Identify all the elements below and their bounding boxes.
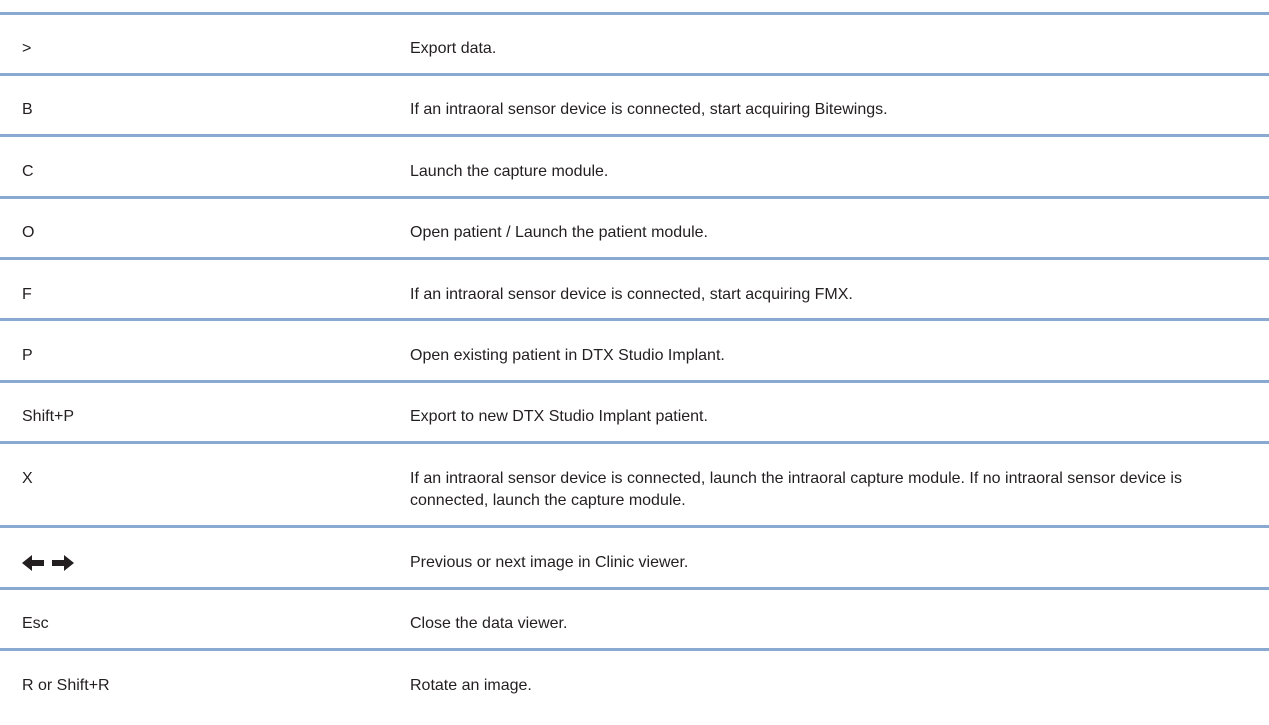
- row-divider: [0, 318, 1269, 321]
- shortcut-key: R or Shift+R: [22, 677, 110, 694]
- row-divider: [0, 257, 1269, 260]
- shortcut-description: Close the data viewer.: [410, 615, 568, 632]
- right-arrow-icon: [52, 555, 74, 571]
- row-divider: [0, 380, 1269, 383]
- shortcut-description: Export data.: [410, 40, 497, 57]
- row-divider: [0, 134, 1269, 137]
- row-divider: [0, 73, 1269, 76]
- row-divider: [0, 587, 1269, 590]
- shortcut-description: If an intraoral sensor device is connect…: [410, 470, 1182, 509]
- shortcut-description: Open patient / Launch the patient module…: [410, 224, 708, 241]
- shortcut-description: If an intraoral sensor device is connect…: [410, 286, 853, 303]
- shortcut-description: Previous or next image in Clinic viewer.: [410, 554, 689, 571]
- left-arrow-icon: [22, 555, 44, 571]
- row-divider: [0, 648, 1269, 651]
- shortcut-description: If an intraoral sensor device is connect…: [410, 101, 888, 118]
- shortcut-key: O: [22, 224, 35, 241]
- shortcut-key: C: [22, 163, 34, 180]
- shortcut-key: F: [22, 286, 32, 303]
- shortcut-table: > Export data. B If an intraoral sensor …: [0, 0, 1269, 725]
- arrow-keys: [22, 552, 74, 574]
- shortcut-description: Rotate an image.: [410, 677, 532, 694]
- shortcut-description: Export to new DTX Studio Implant patient…: [410, 408, 708, 425]
- shortcut-description: Open existing patient in DTX Studio Impl…: [410, 347, 725, 364]
- shortcut-key: P: [22, 347, 33, 364]
- shortcut-key: Esc: [22, 615, 49, 632]
- row-divider: [0, 196, 1269, 199]
- row-divider: [0, 12, 1269, 15]
- shortcut-key: >: [22, 40, 32, 57]
- shortcut-key: Shift+P: [22, 408, 75, 425]
- shortcut-key: X: [22, 470, 33, 487]
- row-divider: [0, 441, 1269, 444]
- shortcut-key: B: [22, 101, 33, 118]
- shortcut-description: Launch the capture module.: [410, 163, 609, 180]
- row-divider: [0, 525, 1269, 528]
